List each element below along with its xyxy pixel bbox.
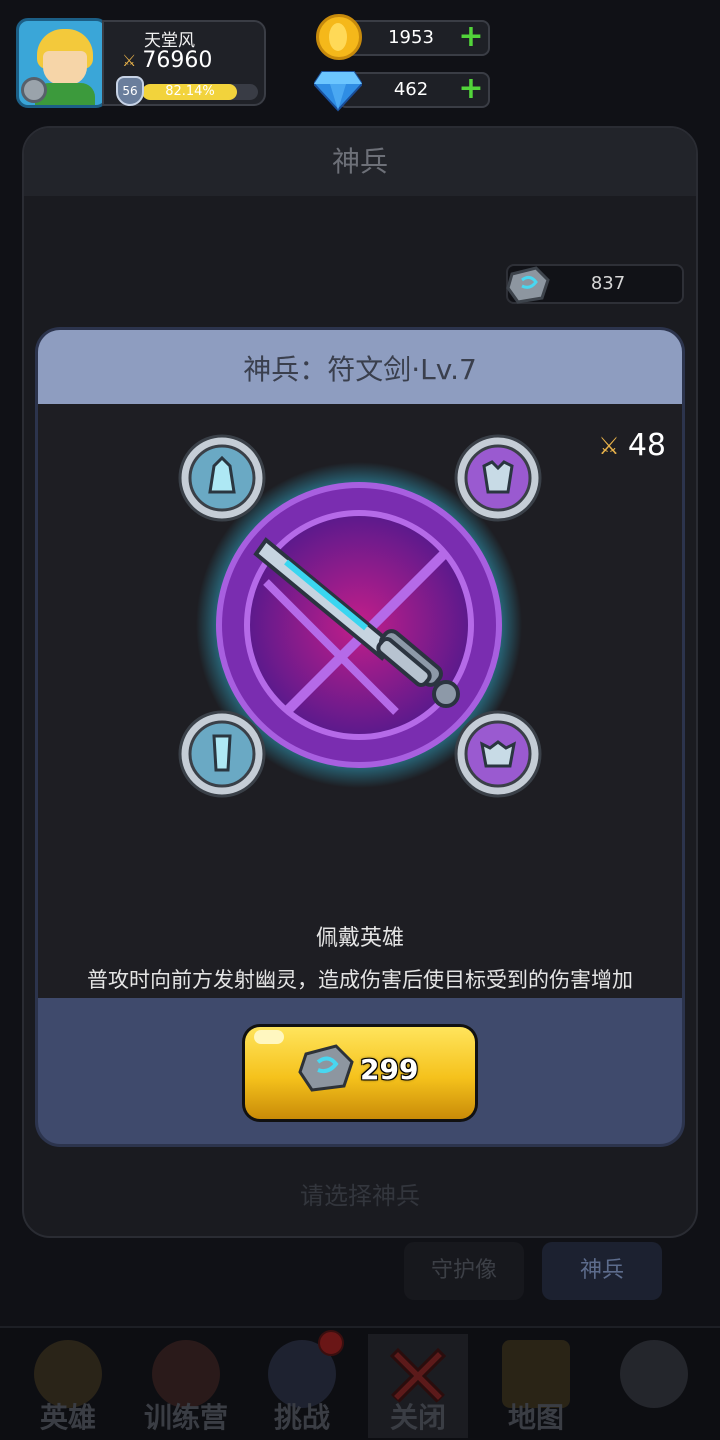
rune-stone-icon (298, 1044, 354, 1092)
bottom-nav: 英雄 训练营 挑战 关闭 地图 (0, 1326, 720, 1440)
power-row: ⚔ 76960 (122, 48, 212, 73)
nav-close[interactable]: 关闭 (368, 1334, 468, 1438)
nav-map-label: 地图 (507, 1401, 564, 1434)
button-shine (254, 1030, 284, 1044)
crossed-swords-icon: ⚔ (598, 431, 620, 460)
equip-hero-title: 佩戴英雄 (315, 926, 404, 951)
gold-counter: 1953 + (316, 14, 490, 60)
xp-bar: 82.14% (142, 84, 258, 100)
profile-panel: 天堂风 ⚔ 76960 82.14% 56 (102, 20, 266, 106)
nav-close-label: 关闭 (389, 1401, 446, 1434)
boots-icon[interactable] (178, 710, 266, 798)
weapon-detail-modal: 神兵：符文剑·Lv.7 ⚔ 48 佩戴英雄 普攻时向前方发射幽灵，造成伤害后使目… (38, 330, 682, 1144)
locked-icon (620, 1340, 688, 1408)
gold-coin-icon (316, 14, 362, 60)
crossed-swords-icon: ⚔ (122, 51, 137, 70)
gold-amount: 1953 (388, 27, 434, 48)
notification-dot (318, 1330, 344, 1356)
nav-map[interactable]: 地图 (486, 1334, 586, 1438)
cloak-icon[interactable] (178, 434, 266, 522)
armor-icon[interactable] (454, 434, 542, 522)
nav-training-label: 训练营 (143, 1401, 228, 1434)
player-avatar[interactable] (16, 18, 108, 108)
add-diamond-button[interactable]: + (458, 74, 484, 104)
upgrade-button[interactable]: 299 (242, 1024, 478, 1122)
xp-percent: 82.14% (165, 84, 215, 99)
diamond-counter: 462 + (314, 71, 490, 112)
modal-title: 神兵：符文剑·Lv.7 (38, 330, 682, 404)
rune-stone-icon (506, 266, 550, 304)
tab-divine-weapon[interactable]: 神兵 (542, 1242, 662, 1300)
gear-icon[interactable] (21, 77, 47, 103)
player-profile[interactable]: 天堂风 ⚔ 76960 82.14% 56 (16, 18, 266, 108)
modal-body: ⚔ 48 佩戴英雄 普攻时向前方发射幽灵，造成伤害后使目标受到的伤害增加 (38, 404, 682, 998)
nav-heroes-label: 英雄 (39, 1401, 96, 1434)
select-weapon-hint: 请选择神兵 (300, 1182, 420, 1210)
diamond-amount: 462 (393, 79, 429, 100)
nav-locked[interactable] (604, 1334, 704, 1438)
tab-guardian-statue[interactable]: 守护像 (404, 1242, 524, 1300)
upgrade-cost: 299 (360, 1053, 419, 1086)
weapon-skill-description: 普攻时向前方发射幽灵，造成伤害后使目标受到的伤害增加 (87, 968, 633, 992)
level-badge: 56 (116, 76, 144, 106)
nav-challenge-label: 挑战 (273, 1401, 330, 1434)
nav-heroes[interactable]: 英雄 (18, 1334, 118, 1438)
weapon-power: ⚔ 48 (598, 428, 666, 463)
nav-training-camp[interactable]: 训练营 (136, 1334, 236, 1438)
weapon-power-value: 48 (627, 428, 666, 463)
add-gold-button[interactable]: + (458, 22, 484, 52)
page-title: 神兵 (24, 128, 696, 196)
player-power: 76960 (142, 48, 213, 73)
avatar-face (43, 51, 87, 85)
diamond-icon (314, 71, 362, 112)
helmet-icon[interactable] (454, 710, 542, 798)
rune-stone-counter: 837 (506, 264, 684, 304)
rune-stone-amount: 837 (590, 273, 626, 294)
